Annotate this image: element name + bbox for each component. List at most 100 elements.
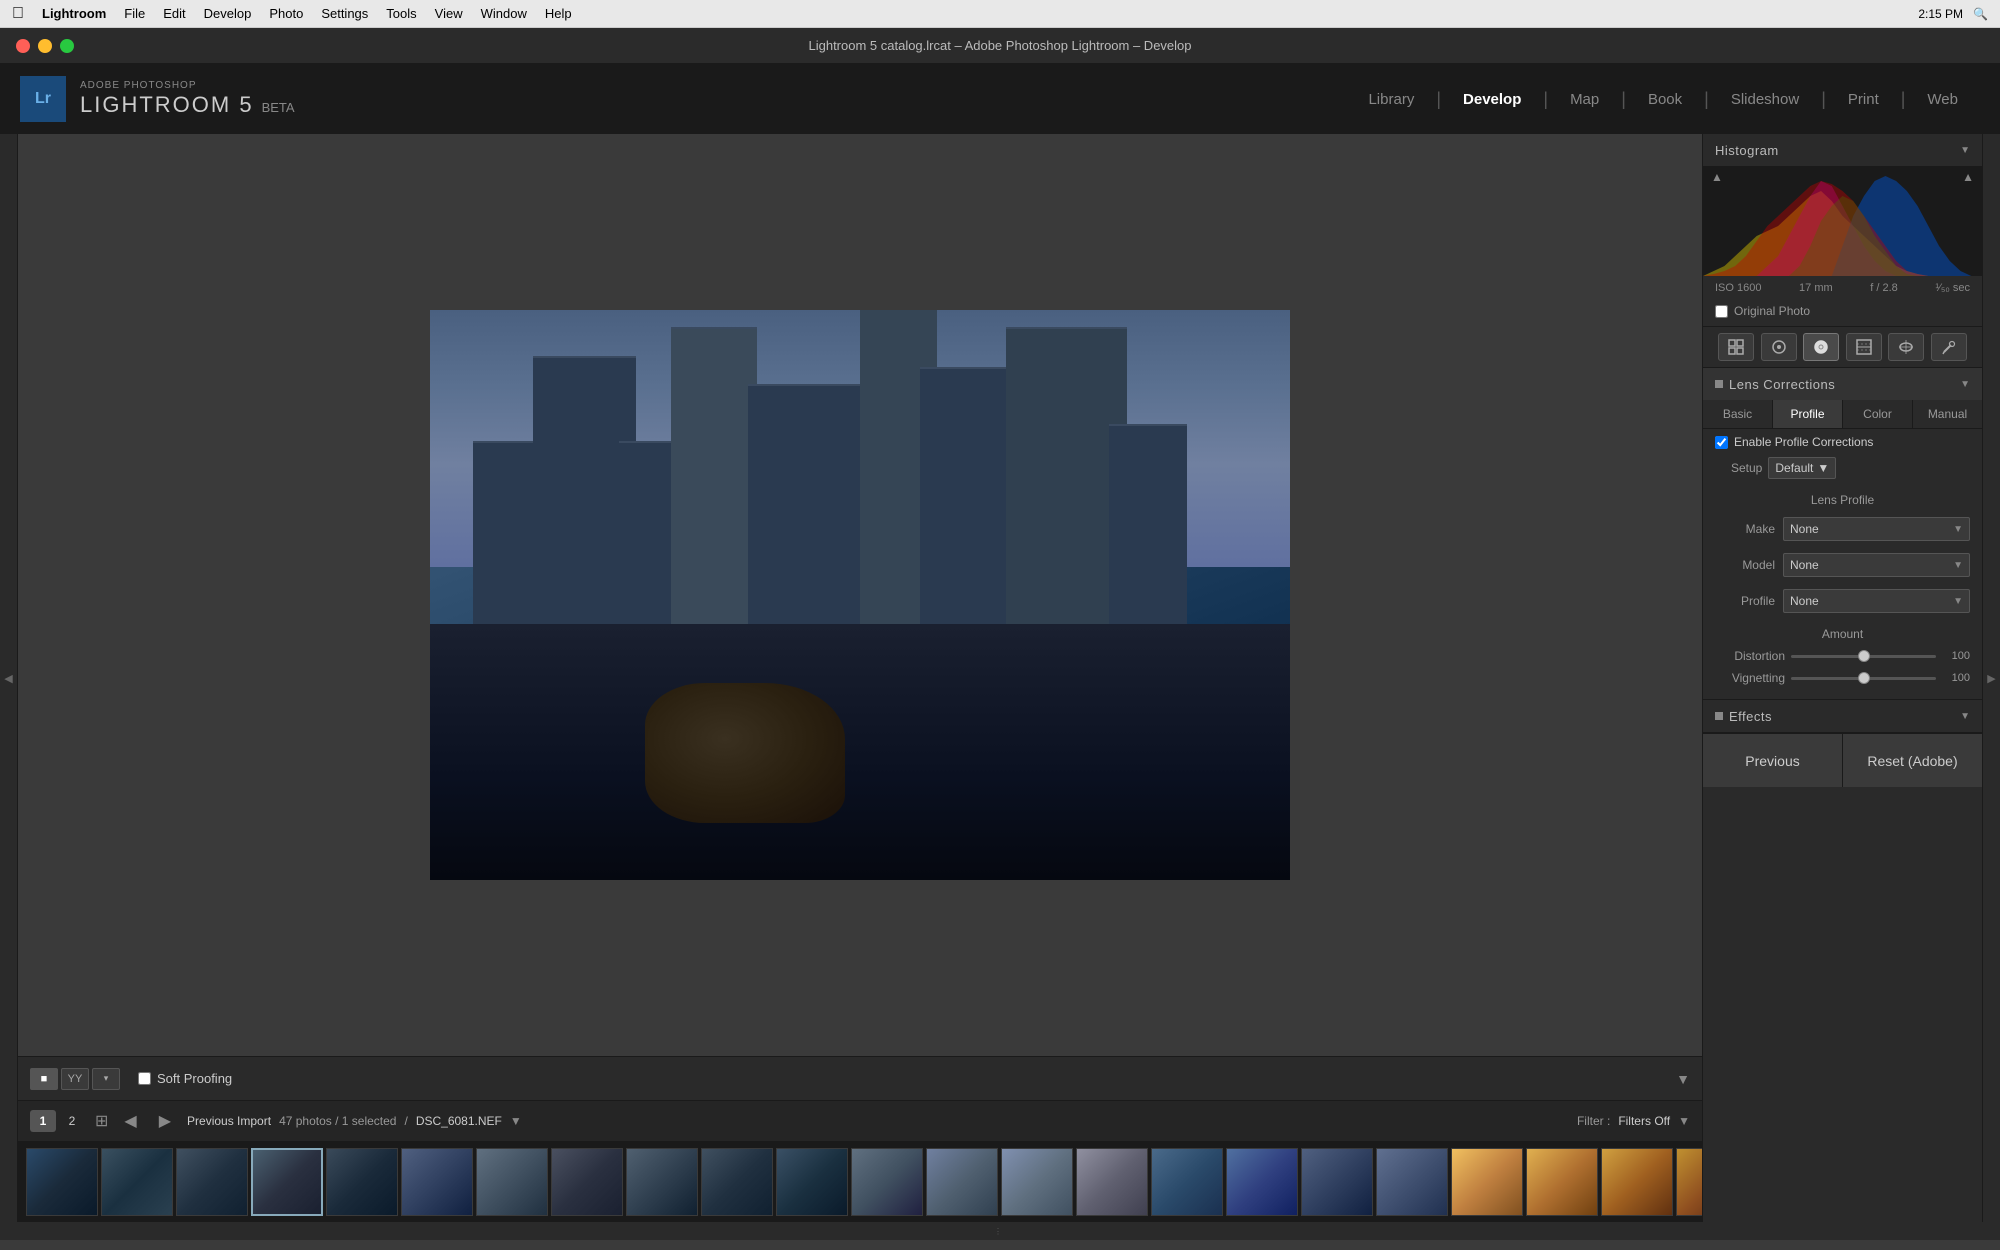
- film-thumb-11[interactable]: [776, 1148, 848, 1216]
- reset-button[interactable]: Reset (Adobe): [1843, 734, 1982, 787]
- crop-tool-icon[interactable]: [1761, 333, 1797, 361]
- film-thumb-15[interactable]: [1076, 1148, 1148, 1216]
- survey-view-button[interactable]: ▾: [92, 1068, 120, 1090]
- film-thumb-4[interactable]: [251, 1148, 323, 1216]
- single-view-button[interactable]: ■: [30, 1068, 58, 1090]
- film-thumb-22[interactable]: [1601, 1148, 1673, 1216]
- close-button[interactable]: [16, 39, 30, 53]
- setup-select[interactable]: Default ▼: [1768, 457, 1836, 479]
- spotlight-icon[interactable]: 🔍: [1973, 7, 1988, 21]
- film-thumb-2[interactable]: [101, 1148, 173, 1216]
- menu-help[interactable]: Help: [545, 6, 572, 21]
- film-thumb-17[interactable]: [1226, 1148, 1298, 1216]
- filename-label[interactable]: DSC_6081.NEF: [416, 1114, 502, 1128]
- tab-map[interactable]: Map: [1548, 64, 1621, 134]
- menu-window[interactable]: Window: [481, 6, 527, 21]
- menu-tools[interactable]: Tools: [386, 6, 416, 21]
- profile-select[interactable]: None ▼: [1783, 589, 1970, 613]
- app-suite-name: ADOBE PHOTOSHOP: [80, 80, 295, 92]
- tab-book[interactable]: Book: [1626, 64, 1704, 134]
- film-thumb-3[interactable]: [176, 1148, 248, 1216]
- film-thumb-5[interactable]: [326, 1148, 398, 1216]
- filename-arrow[interactable]: ▼: [510, 1114, 522, 1128]
- tab-basic[interactable]: Basic: [1703, 400, 1773, 428]
- film-thumb-19[interactable]: [1376, 1148, 1448, 1216]
- photo-toolbar: ■ YY ▾ Soft Proofing ▼: [18, 1056, 1702, 1100]
- film-thumb-9[interactable]: [626, 1148, 698, 1216]
- tab-profile[interactable]: Profile: [1773, 400, 1843, 428]
- histogram-left-arrow[interactable]: ▲: [1711, 170, 1723, 184]
- tab-library[interactable]: Library: [1346, 64, 1436, 134]
- histogram-header[interactable]: Histogram ▼: [1703, 134, 1982, 166]
- heal-tool-icon[interactable]: [1803, 333, 1839, 361]
- film-thumb-16[interactable]: [1151, 1148, 1223, 1216]
- histogram-right-arrow[interactable]: ▲: [1962, 170, 1974, 184]
- expand-toolbar-icon[interactable]: ▼: [1676, 1071, 1690, 1087]
- profile-label: Profile: [1715, 594, 1775, 608]
- bottom-handle[interactable]: ⋮: [0, 1222, 2000, 1240]
- film-thumb-13[interactable]: [926, 1148, 998, 1216]
- model-select[interactable]: None ▼: [1783, 553, 1970, 577]
- page-1-button[interactable]: 1: [30, 1110, 56, 1132]
- menu-lightroom[interactable]: Lightroom: [42, 6, 106, 21]
- grid-tool-icon[interactable]: [1718, 333, 1754, 361]
- filter-expand-icon[interactable]: ▼: [1678, 1114, 1690, 1128]
- maximize-button[interactable]: [60, 39, 74, 53]
- menu-develop[interactable]: Develop: [204, 6, 252, 21]
- film-thumb-inner-6: [402, 1149, 472, 1215]
- grid-view-icon[interactable]: ⊞: [95, 1111, 108, 1131]
- right-panel: Histogram ▼ ▲ ▲: [1702, 134, 1982, 1222]
- lens-corrections-header[interactable]: Lens Corrections ▼: [1703, 368, 1982, 400]
- filmstrip: [18, 1142, 1702, 1222]
- right-panel-toggle[interactable]: ▶: [1982, 134, 2000, 1222]
- filter-label: Filter :: [1577, 1114, 1610, 1128]
- next-nav-icon[interactable]: ▶: [153, 1109, 177, 1133]
- nav-tabs: Library | Develop | Map | Book | Slidesh…: [1346, 64, 1980, 134]
- tab-web[interactable]: Web: [1905, 64, 1980, 134]
- film-thumb-1[interactable]: [26, 1148, 98, 1216]
- film-thumb-7[interactable]: [476, 1148, 548, 1216]
- tab-develop[interactable]: Develop: [1441, 64, 1543, 134]
- tab-print[interactable]: Print: [1826, 64, 1901, 134]
- compare-view-button[interactable]: YY: [61, 1068, 89, 1090]
- film-thumb-18[interactable]: [1301, 1148, 1373, 1216]
- radial-tool-icon[interactable]: [1888, 333, 1924, 361]
- gradient-tool-icon[interactable]: [1846, 333, 1882, 361]
- menu-edit[interactable]: Edit: [163, 6, 185, 21]
- original-photo-checkbox[interactable]: [1715, 305, 1728, 318]
- menu-view[interactable]: View: [435, 6, 463, 21]
- apple-menu[interactable]: : [12, 5, 24, 23]
- soft-proofing-checkbox[interactable]: [138, 1072, 151, 1085]
- make-row: Make None ▼: [1703, 511, 1982, 547]
- tab-slideshow[interactable]: Slideshow: [1709, 64, 1821, 134]
- prev-nav-icon[interactable]: ◀: [118, 1109, 142, 1133]
- menu-settings[interactable]: Settings: [321, 6, 368, 21]
- film-thumb-20[interactable]: [1451, 1148, 1523, 1216]
- photo-container: [430, 310, 1290, 880]
- left-panel-toggle[interactable]: ◀: [0, 134, 18, 1222]
- filter-value[interactable]: Filters Off: [1618, 1114, 1670, 1128]
- tab-manual[interactable]: Manual: [1913, 400, 1982, 428]
- tab-color[interactable]: Color: [1843, 400, 1913, 428]
- vignetting-slider-thumb[interactable]: [1858, 672, 1870, 684]
- film-thumb-21[interactable]: [1526, 1148, 1598, 1216]
- previous-button[interactable]: Previous: [1703, 734, 1843, 787]
- minimize-button[interactable]: [38, 39, 52, 53]
- film-thumb-14[interactable]: [1001, 1148, 1073, 1216]
- page-2-button[interactable]: 2: [59, 1110, 85, 1132]
- distortion-slider-thumb[interactable]: [1858, 650, 1870, 662]
- film-thumb-8[interactable]: [551, 1148, 623, 1216]
- film-thumb-6[interactable]: [401, 1148, 473, 1216]
- distortion-label: Distortion: [1715, 649, 1785, 663]
- enable-profile-checkbox[interactable]: [1715, 436, 1728, 449]
- enable-profile-row: Enable Profile Corrections: [1703, 429, 1982, 455]
- effects-header[interactable]: Effects ▼: [1703, 700, 1982, 732]
- film-thumb-23[interactable]: [1676, 1148, 1702, 1216]
- make-select[interactable]: None ▼: [1783, 517, 1970, 541]
- menu-file[interactable]: File: [124, 6, 145, 21]
- film-thumb-12[interactable]: [851, 1148, 923, 1216]
- brush-tool-icon[interactable]: [1931, 333, 1967, 361]
- film-thumb-inner-11: [777, 1149, 847, 1215]
- film-thumb-10[interactable]: [701, 1148, 773, 1216]
- menu-photo[interactable]: Photo: [269, 6, 303, 21]
